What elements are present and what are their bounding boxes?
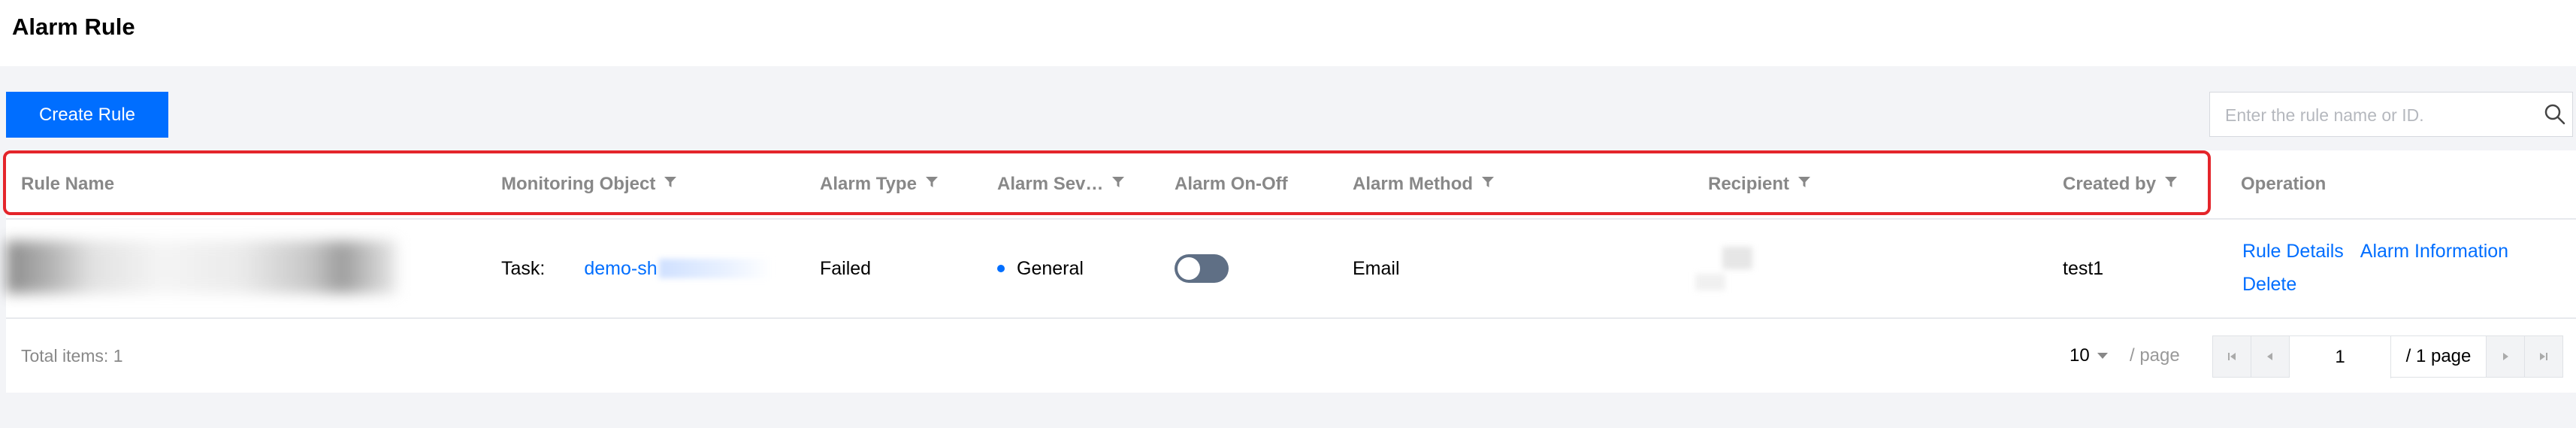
- total-pages-label: / 1 page: [2391, 336, 2487, 377]
- monitoring-object-cell: Task: demo-sh: [501, 220, 772, 317]
- last-page-icon: [2540, 353, 2547, 360]
- column-header-operation: Operation: [2241, 174, 2327, 194]
- search-icon[interactable]: [2542, 102, 2568, 127]
- created-by-cell: test1: [2063, 257, 2104, 279]
- operation-cell: Rule Details Alarm Information Delete: [2242, 236, 2558, 302]
- alarm-type-cell: Failed: [820, 257, 872, 279]
- search-input[interactable]: [2224, 93, 2527, 138]
- recipient-redacted: [1695, 247, 1808, 292]
- alarm-information-link[interactable]: Alarm Information: [2360, 241, 2508, 262]
- monitoring-object-redacted: [658, 259, 772, 278]
- toggle-knob: [1178, 257, 1200, 280]
- next-page-button[interactable]: [2487, 336, 2525, 377]
- pagination: / 1 page: [2212, 335, 2563, 378]
- search-box: [2209, 92, 2573, 138]
- create-rule-button[interactable]: Create Rule: [6, 92, 168, 138]
- delete-link[interactable]: Delete: [2242, 274, 2296, 295]
- chevron-down-icon: [2097, 353, 2108, 359]
- per-page-label: / page: [2130, 345, 2180, 366]
- page-title: Alarm Rule: [12, 14, 135, 40]
- first-page-icon: [2228, 353, 2236, 360]
- alarm-switch-cell: [1175, 220, 1229, 317]
- severity-cell: General: [997, 220, 1084, 317]
- current-page-input[interactable]: [2290, 336, 2391, 378]
- table-row: Task: demo-sh Failed General Email test1…: [6, 220, 2576, 319]
- alarm-on-off-toggle[interactable]: [1175, 254, 1229, 283]
- rule-name-redacted: [6, 241, 397, 293]
- rule-details-link[interactable]: Rule Details: [2242, 241, 2344, 262]
- page-size-select[interactable]: 10: [2070, 319, 2108, 393]
- alarm-method-cell: Email: [1353, 257, 1400, 279]
- prev-page-icon: [2267, 353, 2272, 360]
- page-header: Alarm Rule: [0, 0, 2576, 66]
- monitoring-object-link[interactable]: demo-sh: [584, 258, 657, 280]
- severity-dot-icon: [997, 265, 1005, 272]
- prev-page-button[interactable]: [2251, 336, 2290, 377]
- table-footer: Total items: 1 10 / page / 1 page: [6, 319, 2576, 393]
- last-page-button[interactable]: [2525, 336, 2562, 377]
- next-page-icon: [2503, 353, 2508, 360]
- first-page-button[interactable]: [2213, 336, 2251, 377]
- header-highlight-box: [3, 150, 2211, 215]
- total-items: Total items: 1: [21, 345, 123, 366]
